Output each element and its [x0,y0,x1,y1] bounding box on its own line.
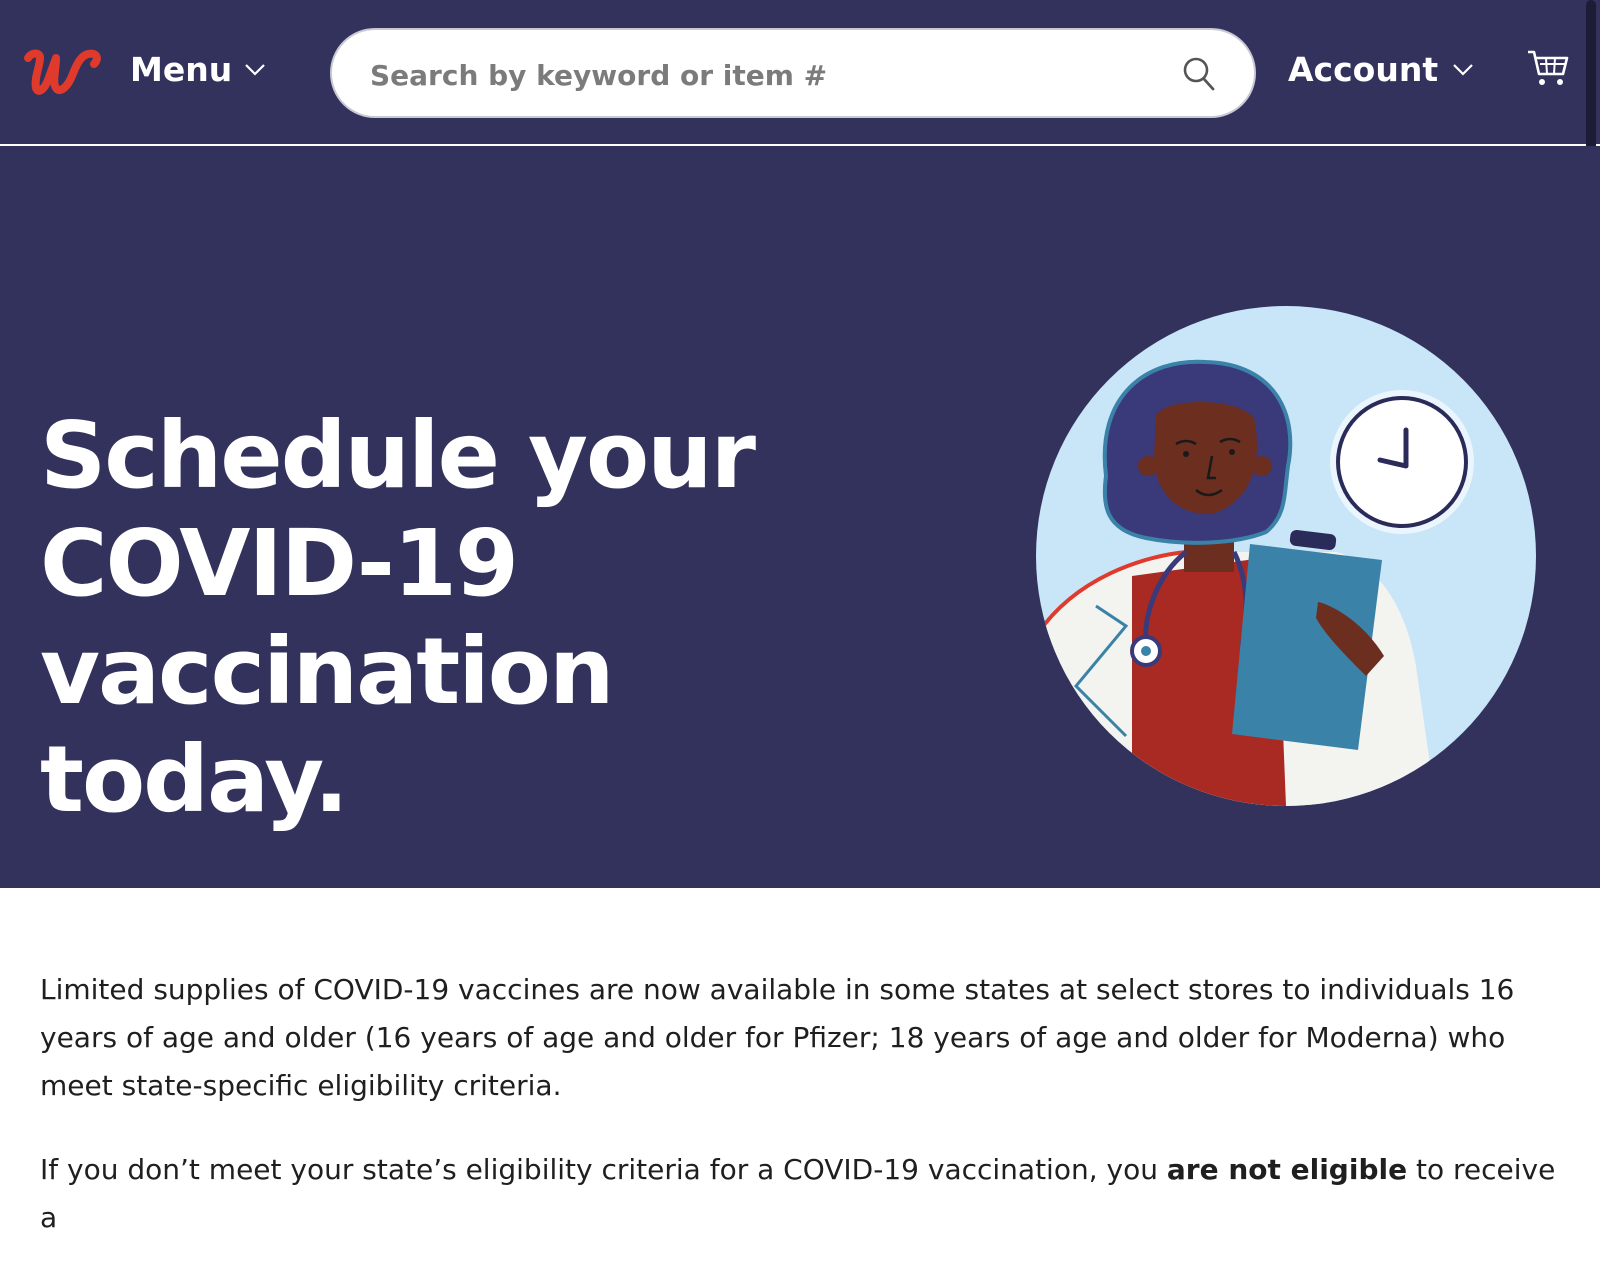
account-button[interactable]: Account [1288,50,1474,89]
paragraph-text: If you don’t meet your state’s eligibili… [40,1153,1167,1186]
hero-banner: Schedule your COVID-19 vaccination today… [0,146,1600,888]
hero-title: Schedule your COVID-19 vaccination today… [40,402,756,833]
account-label: Account [1288,50,1439,89]
bold-text: are not eligible [1166,1153,1408,1186]
chevron-down-icon [245,63,265,76]
walgreens-logo[interactable] [22,44,102,100]
chevron-down-icon [1453,63,1473,76]
main-content: Limited supplies of COVID-19 vaccines ar… [40,966,1570,1278]
search-bar [330,28,1256,118]
cart-icon[interactable] [1526,48,1570,88]
menu-label: Menu [130,50,233,89]
not-eligible-paragraph: If you don’t meet your state’s eligibili… [40,1146,1570,1242]
eligibility-paragraph: Limited supplies of COVID-19 vaccines ar… [40,973,1515,1102]
site-header: Menu Account [0,0,1600,146]
doctor-illustration [1036,306,1536,806]
search-icon[interactable] [1182,56,1216,92]
menu-button[interactable]: Menu [130,50,266,89]
search-input[interactable] [368,46,1152,104]
